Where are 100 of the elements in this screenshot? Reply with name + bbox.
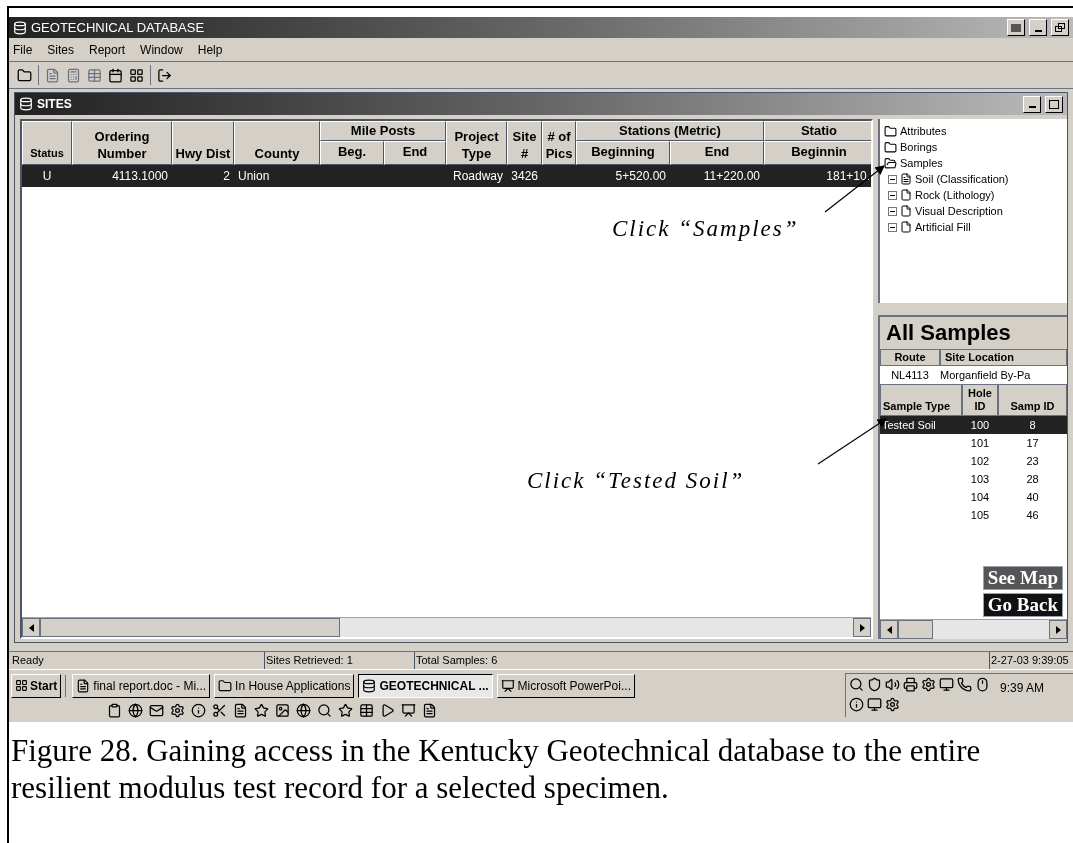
- gear-icon[interactable]: [170, 702, 185, 718]
- form-icon: [900, 173, 912, 185]
- column-header: Sample Type: [880, 384, 962, 416]
- menu-item[interactable]: Report: [89, 40, 126, 59]
- printer-icon[interactable]: [903, 677, 918, 692]
- presentation-icon[interactable]: [401, 702, 416, 718]
- tree-item[interactable]: Artificial Fill: [884, 219, 1067, 235]
- route-value: NL4113: [890, 368, 930, 383]
- horizontal-scrollbar[interactable]: [880, 619, 1067, 639]
- folder-icon: [884, 124, 897, 138]
- document-icon: [76, 678, 91, 693]
- table-cell-text: 103: [969, 472, 991, 487]
- play-icon[interactable]: [380, 702, 395, 718]
- column-header[interactable]: End: [670, 141, 764, 165]
- star-icon[interactable]: [254, 702, 269, 718]
- document-icon[interactable]: [422, 702, 437, 718]
- go-back-button[interactable]: Go Back: [982, 593, 1063, 617]
- globe-icon[interactable]: [296, 702, 311, 718]
- taskbar-button[interactable]: GEOTECHNICAL ...: [358, 673, 493, 698]
- sample-row[interactable]: Tested Soil 100 8: [880, 416, 1067, 434]
- column-header: Hole ID: [962, 384, 998, 416]
- tree-item[interactable]: Visual Description: [884, 203, 1067, 219]
- maximize-icon: [1049, 99, 1059, 109]
- info-icon[interactable]: [849, 697, 864, 712]
- minimize-button[interactable]: [1023, 95, 1041, 113]
- scroll-thumb[interactable]: [898, 620, 933, 639]
- speaker-icon[interactable]: [885, 677, 900, 692]
- column-header[interactable]: Site #: [507, 121, 542, 165]
- table-cell-text: 181+10.: [825, 168, 871, 185]
- scroll-right-icon[interactable]: [853, 618, 871, 637]
- monitor-icon[interactable]: [867, 697, 882, 712]
- search-icon[interactable]: [317, 702, 332, 718]
- column-group-header: Statio: [764, 121, 871, 141]
- collapse-icon[interactable]: [888, 174, 897, 184]
- table-icon[interactable]: [359, 702, 374, 718]
- horizontal-scrollbar[interactable]: [22, 617, 871, 637]
- tree-item[interactable]: Rock (Lithology): [884, 187, 1067, 203]
- leader-line: [824, 165, 885, 213]
- window-title: GEOTECHNICAL DATABASE: [31, 18, 205, 37]
- collapse-icon[interactable]: [888, 222, 897, 232]
- menu-item[interactable]: Window: [140, 40, 183, 59]
- column-header: Samp ID: [998, 384, 1067, 416]
- table-cell-text: Tested Soil: [881, 418, 937, 433]
- calculator-icon[interactable]: [66, 67, 81, 83]
- notepad-icon[interactable]: [107, 702, 122, 718]
- search-icon[interactable]: [849, 677, 864, 692]
- tree-item[interactable]: Samples: [884, 155, 1067, 171]
- status-text: Total Samples: 6: [414, 652, 989, 669]
- globe-icon[interactable]: [128, 702, 143, 718]
- gear-icon[interactable]: [885, 697, 900, 712]
- calendar-icon[interactable]: [108, 67, 123, 83]
- maximize-button[interactable]: [1045, 95, 1063, 113]
- scroll-left-icon[interactable]: [880, 620, 898, 639]
- column-header[interactable]: # of Pics: [542, 121, 576, 165]
- shield-icon[interactable]: [867, 677, 882, 692]
- taskbar-button[interactable]: final report.doc - Mi...: [72, 673, 211, 698]
- presentation-icon: [500, 678, 515, 693]
- image-icon[interactable]: [275, 702, 290, 718]
- table-row[interactable]: U 4113.1000 2 Union Roadway 3426 5+520.00 11+220.00 181+10.: [22, 165, 871, 187]
- exit-icon[interactable]: [157, 67, 172, 83]
- document-icon[interactable]: [233, 702, 248, 718]
- column-header[interactable]: Beginnin: [764, 141, 871, 165]
- taskbar-button[interactable]: Microsoft PowerPoi...: [496, 673, 635, 698]
- collapse-icon[interactable]: [888, 190, 897, 200]
- folder-icon[interactable]: [17, 67, 32, 83]
- minimize-button[interactable]: [1029, 19, 1047, 36]
- see-map-button[interactable]: See Map: [982, 566, 1063, 590]
- monitor-icon[interactable]: [939, 677, 954, 692]
- menu-button[interactable]: [1007, 19, 1025, 36]
- start-button[interactable]: Start: [11, 673, 62, 698]
- scissors-icon[interactable]: [212, 702, 227, 718]
- column-header[interactable]: Project Type: [446, 121, 507, 165]
- tree-item[interactable]: Attributes: [884, 123, 1067, 139]
- gear-icon[interactable]: [921, 677, 936, 692]
- collapse-icon[interactable]: [888, 206, 897, 216]
- grid-icon[interactable]: [129, 67, 144, 83]
- tree-item[interactable]: Borings: [884, 139, 1067, 155]
- table-cell-text: Roadway: [451, 168, 504, 185]
- scroll-thumb[interactable]: [40, 618, 340, 637]
- column-header[interactable]: End: [384, 141, 446, 165]
- star-icon[interactable]: [338, 702, 353, 718]
- menu-item[interactable]: File: [13, 40, 33, 59]
- restore-button[interactable]: [1051, 19, 1069, 36]
- scroll-left-icon[interactable]: [22, 618, 40, 637]
- taskbar-button[interactable]: In House Applications: [214, 673, 355, 698]
- status-text: Sites Retrieved: 1: [264, 652, 414, 669]
- column-header[interactable]: County: [234, 121, 320, 165]
- mail-icon[interactable]: [149, 702, 164, 718]
- phone-icon[interactable]: [957, 677, 972, 692]
- column-header[interactable]: Hwy Dist: [172, 121, 234, 165]
- column-header[interactable]: Ordering Number: [72, 121, 172, 165]
- tree-item[interactable]: Soil (Classification): [884, 171, 1067, 187]
- scroll-right-icon[interactable]: [1049, 620, 1067, 639]
- column-header[interactable]: Status: [22, 121, 72, 165]
- info-icon[interactable]: [191, 702, 206, 718]
- column-header[interactable]: Beginning: [576, 141, 670, 165]
- column-header[interactable]: Beg.: [320, 141, 384, 165]
- menu-item[interactable]: Sites: [47, 40, 75, 59]
- menu-item[interactable]: Help: [197, 40, 223, 59]
- mouse-icon[interactable]: [975, 677, 990, 692]
